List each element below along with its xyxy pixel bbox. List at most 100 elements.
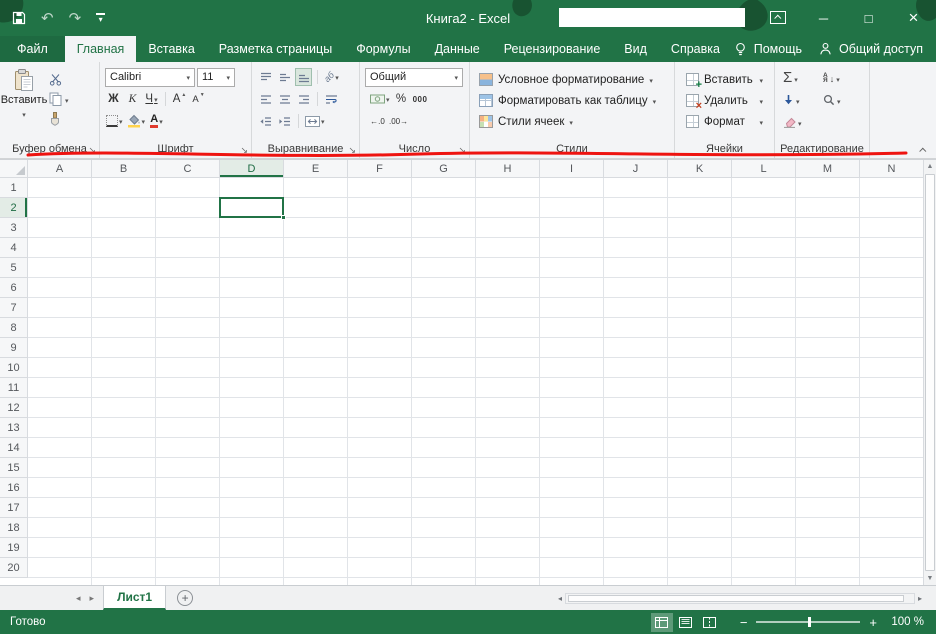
increase-indent-button[interactable] — [276, 112, 293, 130]
scroll-right-icon[interactable]: ▸ — [918, 594, 922, 603]
help-tab[interactable]: Помощь — [754, 42, 802, 56]
ribbon-tab-формулы[interactable]: Формулы — [344, 36, 422, 62]
increase-decimal-button[interactable]: ←.0 — [369, 112, 386, 130]
italic-button[interactable]: К — [124, 90, 141, 108]
row-header-2[interactable]: 2 — [0, 198, 28, 218]
sheet-tab-лист1[interactable]: Лист1 — [103, 586, 166, 610]
number-dialog-launcher-icon[interactable]: ↘ — [458, 146, 466, 155]
percent-format-button[interactable]: % — [393, 90, 410, 108]
column-header-H[interactable]: H — [476, 160, 540, 178]
conditional-formatting-button[interactable]: Условное форматирование — [472, 69, 672, 90]
column-header-L[interactable]: L — [732, 160, 796, 178]
align-left-button[interactable] — [257, 90, 274, 108]
zoom-slider-thumb[interactable] — [808, 617, 811, 627]
fill-handle[interactable] — [281, 215, 286, 220]
underline-button[interactable]: Ч — [143, 90, 160, 108]
format-painter-button[interactable] — [46, 110, 72, 128]
column-header-K[interactable]: K — [668, 160, 732, 178]
column-header-G[interactable]: G — [412, 160, 476, 178]
ribbon-tab-вставка[interactable]: Вставка — [136, 36, 206, 62]
row-header-16[interactable]: 16 — [0, 478, 28, 498]
format-as-table-button[interactable]: Форматировать как таблицу — [472, 90, 672, 111]
fill-button[interactable] — [780, 91, 820, 109]
column-header-J[interactable]: J — [604, 160, 668, 178]
column-header-I[interactable]: I — [540, 160, 604, 178]
close-button[interactable]: × — [891, 0, 936, 36]
row-header-1[interactable]: 1 — [0, 178, 28, 198]
scroll-down-icon[interactable]: ▼ — [924, 572, 936, 585]
number-format-select[interactable]: Общий — [365, 68, 463, 87]
selected-cell-outline[interactable] — [219, 197, 284, 218]
orientation-button[interactable]: аб — [323, 68, 340, 86]
increase-font-size-button[interactable]: А▲ — [171, 90, 188, 108]
ribbon-tab-главная[interactable]: Главная — [65, 36, 137, 62]
column-header-C[interactable]: C — [156, 160, 220, 178]
column-header-D[interactable]: D — [220, 160, 284, 178]
row-header-13[interactable]: 13 — [0, 418, 28, 438]
font-dialog-launcher-icon[interactable]: ↘ — [240, 146, 248, 155]
alignment-dialog-launcher-icon[interactable]: ↘ — [348, 146, 356, 155]
horizontal-scroll-track[interactable] — [565, 593, 915, 604]
decrease-font-size-button[interactable]: А▼ — [190, 90, 207, 108]
bold-button[interactable]: Ж — [105, 90, 122, 108]
row-header-8[interactable]: 8 — [0, 318, 28, 338]
minimize-button[interactable]: ─ — [801, 0, 846, 36]
save-button[interactable] — [12, 11, 26, 25]
vertical-scrollbar[interactable]: ▲ ▼ — [923, 160, 936, 585]
align-middle-button[interactable] — [276, 68, 293, 86]
comma-format-button[interactable]: 000 — [412, 90, 429, 108]
scroll-left-icon[interactable]: ◂ — [558, 594, 562, 603]
row-header-3[interactable]: 3 — [0, 218, 28, 238]
zoom-in-button[interactable]: + — [869, 616, 877, 629]
ribbon-tab-данные[interactable]: Данные — [423, 36, 492, 62]
column-header-A[interactable]: A — [28, 160, 92, 178]
row-header-15[interactable]: 15 — [0, 458, 28, 478]
align-top-button[interactable] — [257, 68, 274, 86]
row-header-19[interactable]: 19 — [0, 538, 28, 558]
page-break-view-button[interactable] — [699, 613, 721, 632]
align-bottom-button[interactable] — [295, 68, 312, 86]
column-header-N[interactable]: N — [860, 160, 923, 178]
row-header-20[interactable]: 20 — [0, 558, 28, 578]
column-header-E[interactable]: E — [284, 160, 348, 178]
select-all-corner[interactable] — [0, 160, 28, 178]
borders-button[interactable] — [105, 112, 124, 130]
row-header-11[interactable]: 11 — [0, 378, 28, 398]
row-header-7[interactable]: 7 — [0, 298, 28, 318]
row-header-17[interactable]: 17 — [0, 498, 28, 518]
format-cells-button[interactable]: Формат — [677, 111, 772, 132]
fill-color-button[interactable] — [126, 112, 147, 130]
scroll-up-icon[interactable]: ▲ — [924, 160, 936, 173]
normal-view-button[interactable] — [651, 613, 673, 632]
column-header-B[interactable]: B — [92, 160, 156, 178]
share-button[interactable]: Общий доступ — [839, 42, 923, 56]
font-name-select[interactable]: Calibri — [105, 68, 195, 87]
collapse-ribbon-button[interactable] — [918, 146, 928, 154]
horizontal-scrollbar[interactable]: ◂ ▸ — [558, 586, 936, 610]
align-right-button[interactable] — [295, 90, 312, 108]
undo-button[interactable]: ↶ — [41, 11, 54, 26]
wrap-text-button[interactable] — [323, 90, 340, 108]
maximize-button[interactable]: □ — [846, 0, 891, 36]
row-header-5[interactable]: 5 — [0, 258, 28, 278]
align-center-button[interactable] — [276, 90, 293, 108]
paste-button[interactable]: Вставить — [2, 65, 46, 142]
ribbon-tab-рецензирование[interactable]: Рецензирование — [492, 36, 613, 62]
row-header-9[interactable]: 9 — [0, 338, 28, 358]
ribbon-display-options-button[interactable] — [770, 11, 786, 24]
previous-sheet-icon[interactable]: ◂ — [76, 593, 81, 604]
ribbon-tab-вид[interactable]: Вид — [612, 36, 659, 62]
find-select-button[interactable] — [820, 91, 860, 109]
autosum-button[interactable]: Σ — [780, 69, 820, 87]
clear-button[interactable] — [780, 113, 820, 131]
currency-format-button[interactable] — [369, 90, 391, 108]
sort-filter-button[interactable]: А Я — [820, 69, 860, 87]
merge-center-button[interactable] — [304, 112, 326, 130]
font-color-button[interactable]: А — [148, 112, 165, 130]
decrease-decimal-button[interactable]: .00→ — [388, 112, 409, 130]
page-layout-view-button[interactable] — [675, 613, 697, 632]
column-header-F[interactable]: F — [348, 160, 412, 178]
decrease-indent-button[interactable] — [257, 112, 274, 130]
row-header-12[interactable]: 12 — [0, 398, 28, 418]
horizontal-scroll-thumb[interactable] — [568, 595, 904, 602]
